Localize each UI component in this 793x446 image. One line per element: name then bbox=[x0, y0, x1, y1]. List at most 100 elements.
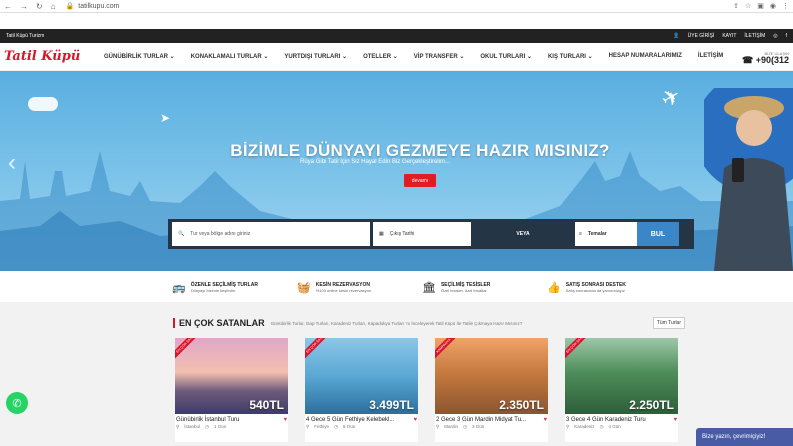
paper-plane-icon: ➤ bbox=[160, 111, 171, 125]
reload-icon[interactable]: ↻ bbox=[36, 2, 43, 11]
nav-vip-transfer[interactable]: VİP TRANSFER ⌄ bbox=[406, 53, 473, 60]
location-icon: ⚲ bbox=[566, 424, 570, 429]
tour-title: 3 Gece 4 Gün Karadeniz Turu bbox=[566, 417, 646, 423]
tour-price: 2.350TL bbox=[499, 398, 544, 412]
plane-icon: ✈ bbox=[656, 82, 686, 114]
tour-card[interactable]: EN ÇOK SATAN 2.250TL 3 Gece 4 Gün Karade… bbox=[565, 338, 678, 442]
share-icon[interactable]: ⇪ bbox=[733, 2, 739, 10]
section-description: Günübirlik Turlar, Gap Turları, Karadeni… bbox=[270, 320, 523, 326]
star-icon[interactable]: ☆ bbox=[745, 2, 751, 10]
search-submit-button[interactable]: BUL bbox=[637, 222, 679, 246]
company-name: Tatil Küpü Turizm bbox=[6, 33, 45, 39]
extension-icon[interactable]: ▣ bbox=[757, 2, 764, 10]
phone-contact[interactable]: BİZE ULAŞIN ☎ +90(312 bbox=[741, 50, 789, 65]
address-bar[interactable]: tatilkupu.com bbox=[78, 3, 119, 10]
tour-location: Fethiye bbox=[314, 424, 330, 429]
hero-title: BİZİMLE DÜNYAYI GEZMEYE HAZIR MISINIZ? bbox=[230, 141, 610, 160]
phone-icon: ☎ bbox=[741, 54, 754, 65]
date-label: Çıkış Tarihi bbox=[389, 231, 415, 237]
hero-subtitle: Rüya Gibi Tatil İçin Siz Hayal Edin Biz … bbox=[300, 159, 450, 165]
feature-desc: %100 online kesin rezervasyon bbox=[315, 287, 372, 293]
all-tours-button[interactable]: Tüm Turlar bbox=[652, 317, 685, 329]
building-icon: 🏛 bbox=[422, 281, 436, 294]
tour-duration: 3 Gün bbox=[472, 424, 485, 429]
more-button[interactable]: devamı bbox=[404, 174, 436, 187]
hero-banner: ✈ ➤ ‹ BİZİMLE DÜNYAYI GEZMEYE HAZIR MISI… bbox=[0, 71, 793, 271]
tour-location: Karadeniz bbox=[574, 424, 595, 429]
site-logo[interactable]: Tatil Küpü bbox=[4, 49, 96, 64]
phone-number: +90(312 bbox=[755, 54, 789, 65]
themes-select[interactable]: ≡ Temalar bbox=[575, 222, 637, 246]
location-icon: ⚲ bbox=[176, 424, 180, 429]
or-label: VEYA bbox=[516, 231, 530, 237]
feature-desc: Dünyayı bizimle keşfedin bbox=[190, 287, 235, 293]
tour-location: İstanbul bbox=[184, 424, 201, 429]
tour-ribbon: EN ÇOK SATAN bbox=[565, 338, 593, 361]
whatsapp-icon[interactable]: ◎ bbox=[773, 33, 777, 39]
nav-contact[interactable]: İLETİŞİM bbox=[690, 53, 731, 60]
nav-bank-accounts[interactable]: HESAP NUMARALARIMIZ bbox=[601, 53, 690, 60]
tour-duration: 5 Gün bbox=[343, 424, 356, 429]
login-link[interactable]: ÜYE GİRİŞİ bbox=[688, 33, 715, 39]
back-icon[interactable]: ← bbox=[4, 2, 12, 11]
nav-daily-tours[interactable]: GÜNÜBİRLİK TURLAR ⌄ bbox=[96, 53, 183, 60]
tour-price: 2.250TL bbox=[629, 398, 674, 412]
tour-image: EN ÇOK SATAN 2.250TL bbox=[565, 338, 678, 414]
register-link[interactable]: KAYIT bbox=[722, 33, 736, 39]
tour-ribbon: EN ÇOK SATAN bbox=[175, 338, 203, 361]
tour-title: Günübirlik İstanbul Turu bbox=[176, 417, 240, 423]
thumbs-up-icon: 👍 bbox=[547, 281, 561, 294]
feature-title: KESİN REZERVASYON bbox=[315, 281, 370, 288]
feature-title: SEÇİLMİŞ TESİSLER bbox=[440, 281, 491, 288]
main-navigation: Tatil Küpü GÜNÜBİRLİK TURLAR ⌄ KONAKLAMA… bbox=[0, 43, 793, 71]
feature-title: ÖZENLE SEÇİLMİŞ TURLAR bbox=[190, 281, 258, 288]
tour-title: 4 Gece 5 Gün Fethiye Kelebekl... bbox=[306, 417, 395, 423]
clock-icon: ◷ bbox=[599, 424, 604, 429]
nav-overnight-tours[interactable]: KONAKLAMALI TURLAR ⌄ bbox=[183, 53, 277, 60]
feature-item: 🏛 SEÇİLMİŞ TESİSLER Özel tesisler, özel f… bbox=[422, 281, 547, 294]
nav-abroad-tours[interactable]: YURTDIŞI TURLARI ⌄ bbox=[276, 53, 355, 60]
forward-icon[interactable]: → bbox=[20, 2, 28, 11]
profile-icon[interactable]: ◉ bbox=[770, 2, 776, 10]
nav-winter-tours[interactable]: KIŞ TURLARI ⌄ bbox=[540, 53, 601, 60]
feature-item: 🧺 KESİN REZERVASYON %100 online kesin rez… bbox=[297, 281, 422, 294]
heart-icon[interactable]: ♥ bbox=[673, 417, 677, 423]
tour-image: EN ÇOK SATAN 3.499TL bbox=[305, 338, 418, 414]
themes-label: Temalar bbox=[587, 231, 607, 237]
tour-card[interactable]: EN ÇOK SATAN 3.499TL 4 Gece 5 Gün Fethiy… bbox=[305, 338, 418, 442]
date-picker[interactable]: ▦ Çıkış Tarihi bbox=[373, 222, 471, 246]
tour-card[interactable]: KAMPANYA 2.350TL 2 Gece 3 Gün Mardin Mid… bbox=[435, 338, 548, 442]
live-chat-button[interactable]: Bize yazın, çevrimiçiyiz! bbox=[696, 428, 793, 446]
tour-card[interactable]: EN ÇOK SATAN 540TL Günübirlik İstanbul T… bbox=[175, 338, 288, 442]
clock-icon: ◷ bbox=[463, 424, 467, 429]
nav-hotels[interactable]: OTELLER ⌄ bbox=[355, 53, 406, 60]
features-strip: 🚌 ÖZENLE SEÇİLMİŞ TURLAR Dünyayı bizimle … bbox=[0, 272, 793, 302]
contact-link[interactable]: İLETİŞİM bbox=[744, 33, 765, 39]
search-icon: 🔍 bbox=[178, 231, 185, 237]
search-bar: 🔍 Tur veya bölge adını giriniz ▦ Çıkış T… bbox=[168, 219, 694, 249]
clock-icon: ◷ bbox=[334, 424, 338, 429]
list-icon: ≡ bbox=[579, 231, 582, 237]
heart-icon[interactable]: ♥ bbox=[413, 417, 417, 423]
search-placeholder: Tur veya bölge adını giriniz bbox=[190, 231, 251, 237]
whatsapp-float-button[interactable]: ✆ bbox=[6, 392, 28, 414]
heart-icon[interactable]: ♥ bbox=[543, 417, 547, 423]
feature-item: 🚌 ÖZENLE SEÇİLMİŞ TURLAR Dünyayı bizimle … bbox=[172, 281, 297, 294]
feature-title: SATIŞ SONRASI DESTEK bbox=[565, 281, 626, 288]
search-input[interactable]: 🔍 Tur veya bölge adını giriniz bbox=[172, 222, 370, 246]
feature-item: 👍 SATIŞ SONRASI DESTEK Satış sonrasında d… bbox=[547, 281, 672, 294]
nav-school-tours[interactable]: OKUL TURLARI ⌄ bbox=[472, 53, 540, 60]
heart-icon[interactable]: ♥ bbox=[283, 417, 287, 423]
bestsellers-section: EN ÇOK SATANLAR Günübirlik Turlar, Gap T… bbox=[0, 302, 793, 446]
tour-ribbon: KAMPANYA bbox=[435, 338, 458, 361]
feature-desc: Satış sonrasında da yanınızdayız bbox=[565, 287, 625, 293]
tour-duration: 1 Gün bbox=[214, 424, 227, 429]
tour-location: Mardin bbox=[444, 424, 459, 429]
home-icon[interactable]: ⌂ bbox=[51, 2, 56, 11]
tour-image: EN ÇOK SATAN 540TL bbox=[175, 338, 288, 414]
facebook-icon[interactable]: f bbox=[786, 33, 787, 39]
menu-icon[interactable]: ⋮ bbox=[782, 2, 789, 10]
section-title: EN ÇOK SATANLAR bbox=[173, 318, 265, 328]
location-icon: ⚲ bbox=[306, 424, 310, 429]
top-bar: Tatil Küpü Turizm 👤 ÜYE GİRİŞİ KAYIT İLE… bbox=[0, 29, 793, 43]
